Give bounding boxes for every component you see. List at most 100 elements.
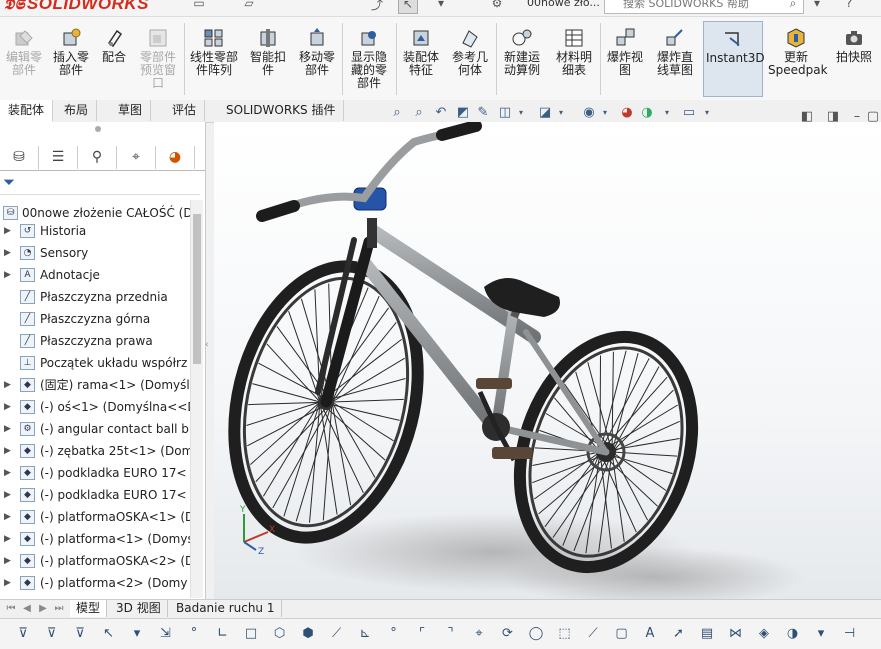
tab-model[interactable]: 模型 bbox=[70, 600, 108, 617]
dropdown-icon[interactable]: ▾ bbox=[812, 625, 830, 643]
dropdown-icon[interactable]: ▾ bbox=[698, 104, 716, 122]
tab-motion-study[interactable]: Badanie ruchu 1 bbox=[170, 600, 282, 617]
circle-icon[interactable]: ◯ bbox=[527, 625, 545, 643]
expand-toggle-icon[interactable]: ▶ bbox=[4, 528, 12, 550]
polygon-icon[interactable]: ⬡ bbox=[271, 625, 289, 643]
expand-toggle-icon[interactable]: ▶ bbox=[4, 440, 12, 462]
apply-scene-icon[interactable]: ◑ bbox=[638, 104, 656, 122]
tab-3d-views[interactable]: 3D 视图 bbox=[110, 600, 168, 617]
expand-toggle-icon[interactable]: ▶ bbox=[4, 374, 12, 396]
right-grip[interactable] bbox=[436, 122, 482, 141]
instant3d-button[interactable]: Instant3D bbox=[703, 21, 765, 97]
tree-vertical-scrollbar[interactable] bbox=[190, 200, 203, 598]
weld-icon[interactable]: ⋈ bbox=[727, 625, 745, 643]
move-component-button[interactable]: 移动零部件 bbox=[294, 21, 340, 97]
tab-evaluate[interactable]: 评估 bbox=[164, 100, 206, 121]
help-search-input[interactable]: 搜索 SOLIDWORKS 帮助 bbox=[604, 0, 804, 14]
corner-icon[interactable]: ⌝ bbox=[442, 625, 460, 643]
tab-sketch[interactable]: 草图 bbox=[110, 100, 152, 121]
tab-layout[interactable]: 布局 bbox=[56, 100, 98, 121]
tree-item[interactable]: ▶ ◔ Sensory bbox=[0, 242, 190, 264]
dropdown-icon[interactable]: ▾ bbox=[512, 104, 530, 122]
select-cursor-icon[interactable]: ↖ bbox=[100, 625, 118, 643]
dropdown-icon[interactable]: ▾ bbox=[658, 104, 676, 122]
expand-toggle-icon[interactable]: ▶ bbox=[4, 242, 12, 264]
arrow-icon[interactable]: ➚ bbox=[670, 625, 688, 643]
expand-toggle-icon[interactable]: ▶ bbox=[4, 220, 12, 242]
tab-assembly[interactable]: 装配体 bbox=[0, 100, 54, 122]
edit-appearance-icon[interactable]: ◕ bbox=[618, 104, 636, 122]
dimension-icon[interactable]: ⟋ bbox=[584, 625, 602, 643]
zoom-to-area-icon[interactable]: ⌕ bbox=[410, 104, 428, 122]
explode-line-sketch-button[interactable]: 爆炸直线草图 bbox=[650, 21, 700, 97]
view-settings-icon[interactable]: ▭ bbox=[680, 104, 698, 122]
new-file-icon[interactable]: ▭ bbox=[190, 0, 208, 12]
filter-vertices-icon[interactable]: ⊽ bbox=[43, 625, 61, 643]
scrollbar-thumb[interactable] bbox=[193, 214, 201, 364]
assembly-features-button[interactable]: 装配体特征 bbox=[398, 21, 444, 97]
new-motion-study-button[interactable]: 新建运动算例 bbox=[498, 21, 546, 97]
tree-item[interactable]: ▶ ◆ (-) platforma<2> (Domy bbox=[0, 572, 190, 594]
tree-item[interactable]: ▶ ↺ Historia bbox=[0, 220, 190, 242]
options-dropdown-icon[interactable]: ▾ bbox=[432, 0, 450, 12]
panel-collapse-arrow-icon[interactable]: ‹ bbox=[205, 340, 213, 354]
pin-icon[interactable]: ⊣ bbox=[841, 625, 859, 643]
tree-filter[interactable]: ⏷ bbox=[0, 170, 200, 195]
panel-grip-handle[interactable] bbox=[95, 126, 101, 132]
tree-item[interactable]: ▶ ◆ (-) platformaOSKA<2> (D bbox=[0, 550, 190, 572]
select-chain-icon[interactable]: ⇲ bbox=[157, 625, 175, 643]
dynamic-annotation-icon[interactable]: ✎ bbox=[474, 104, 492, 122]
dimxpert-manager-tab-icon[interactable]: ⌖ bbox=[117, 146, 156, 169]
take-snapshot-button[interactable]: 拍快照 bbox=[830, 21, 878, 97]
bill-of-materials-button[interactable]: 材料明细表 bbox=[550, 21, 598, 97]
tag-icon[interactable]: ⬚ bbox=[556, 625, 574, 643]
tree-item[interactable]: ▶ ⚙ (-) angular contact ball b bbox=[0, 418, 190, 440]
help-icon[interactable]: ? bbox=[840, 0, 858, 12]
expand-toggle-icon[interactable]: ▶ bbox=[4, 418, 12, 440]
linear-pattern-button[interactable]: 线性零部件阵列 bbox=[186, 21, 242, 97]
open-file-icon[interactable]: ▱ bbox=[240, 0, 258, 12]
bracket-icon[interactable]: ⌜ bbox=[413, 625, 431, 643]
settings-gear-icon[interactable]: ⚙ bbox=[488, 0, 506, 12]
feature-manager-tab-icon[interactable]: ⛁ bbox=[0, 146, 39, 170]
hatch-icon[interactable]: ▤ bbox=[698, 625, 716, 643]
tree-item[interactable]: ▶ ◆ (-) podkladka EURO 17< bbox=[0, 462, 190, 484]
line-icon[interactable]: ∟ bbox=[214, 625, 232, 643]
left-grip[interactable] bbox=[256, 200, 300, 222]
zoom-to-fit-icon[interactable]: ⌕ bbox=[388, 104, 406, 122]
previous-view-icon[interactable]: ↶ bbox=[432, 104, 450, 122]
tree-item[interactable]: ╱ Płaszczyzna przednia bbox=[0, 286, 190, 308]
bike-frame[interactable] bbox=[256, 122, 610, 462]
tree-item[interactable]: ▶ ◆ (-) platforma<1> (Domys bbox=[0, 528, 190, 550]
tab-solidworks-addins[interactable]: SOLIDWORKS 插件 bbox=[218, 100, 345, 121]
tree-item[interactable]: ▶ ◆ (-) platformaOSKA<1> (D bbox=[0, 506, 190, 528]
show-hidden-components-button[interactable]: 显示隐藏的零部件 bbox=[344, 21, 394, 97]
dropdown-icon[interactable]: ▾ bbox=[128, 625, 146, 643]
point-icon[interactable]: ° bbox=[185, 625, 203, 643]
tree-item[interactable]: ▶ ◆ (固定) rama<1> (Domyśln bbox=[0, 374, 190, 396]
section-view-icon[interactable]: ◩ bbox=[454, 104, 472, 122]
search-dropdown-icon[interactable]: ▾ bbox=[808, 0, 826, 12]
exploded-view-button[interactable]: 爆炸视图 bbox=[602, 21, 648, 97]
point-icon[interactable]: ° bbox=[385, 625, 403, 643]
pedal[interactable] bbox=[492, 447, 532, 459]
insert-component-button[interactable]: 插入零部件 bbox=[48, 21, 94, 97]
filter-icon[interactable]: ⏷ bbox=[3, 173, 15, 191]
smart-fastener-button[interactable]: 智能扣件 bbox=[246, 21, 290, 97]
expand-toggle-icon[interactable]: ▶ bbox=[4, 572, 12, 594]
update-speedpak-button[interactable]: 更新Speedpak bbox=[766, 21, 828, 97]
tree-item[interactable]: ▶ A Adnotacje bbox=[0, 264, 190, 286]
reference-geometry-button[interactable]: 参考几何体 bbox=[446, 21, 494, 97]
rebuild-icon[interactable]: ⤴ bbox=[368, 0, 386, 12]
expand-toggle-icon[interactable]: ▶ bbox=[4, 550, 12, 572]
property-manager-tab-icon[interactable]: ☰ bbox=[39, 146, 78, 169]
cube-icon[interactable]: ⬢ bbox=[299, 625, 317, 643]
angle-icon[interactable]: ⊾ bbox=[356, 625, 374, 643]
crosshair-icon[interactable]: ⌖ bbox=[470, 625, 488, 643]
appearance-icon[interactable]: ◑ bbox=[784, 625, 802, 643]
expand-toggle-icon[interactable]: ▶ bbox=[4, 396, 12, 418]
tree-item[interactable]: ╱ Płaszczyzna górna bbox=[0, 308, 190, 330]
rectangle-icon[interactable]: □ bbox=[242, 625, 260, 643]
expand-toggle-icon[interactable]: ▶ bbox=[4, 264, 12, 286]
expand-toggle-icon[interactable]: ▶ bbox=[4, 506, 12, 528]
